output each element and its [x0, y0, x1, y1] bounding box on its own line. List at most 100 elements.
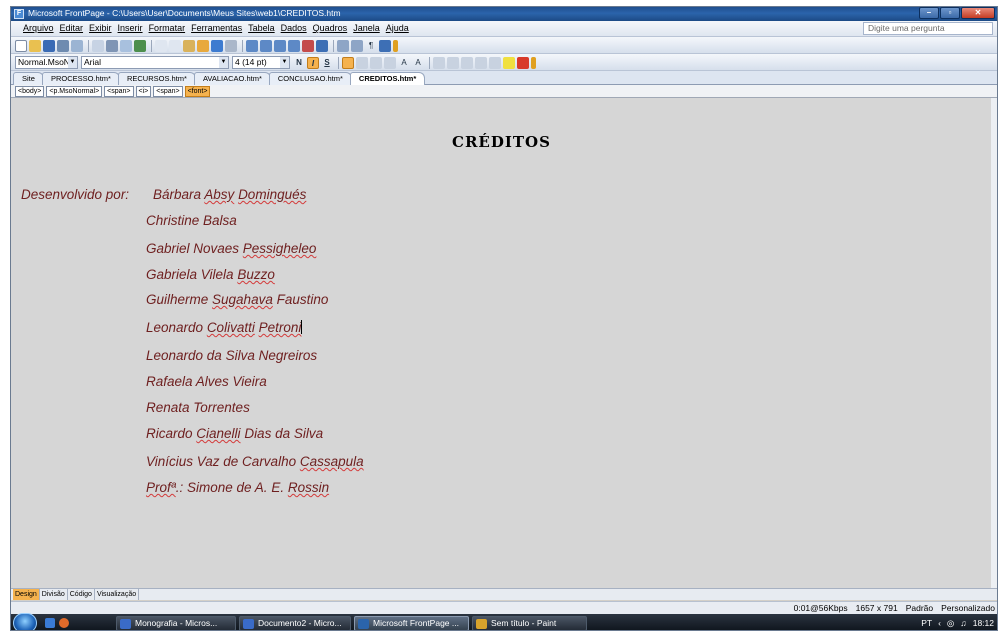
view-tabs: Design Divisão Código Visualização [11, 588, 997, 600]
align-left-icon[interactable] [342, 56, 354, 69]
increase-indent-icon[interactable] [475, 56, 487, 69]
view-preview-tab[interactable]: Visualização [95, 589, 140, 600]
view-split-tab[interactable]: Divisão [40, 589, 68, 600]
custom-indicator[interactable]: Personalizado [941, 603, 995, 613]
frontpage-icon [358, 619, 369, 629]
underline-button[interactable]: S [321, 57, 333, 69]
maximize-button[interactable]: ▫ [940, 7, 960, 19]
browser-icon[interactable] [59, 618, 69, 628]
redo-icon[interactable] [225, 39, 237, 52]
quick-tag[interactable]: <i> [135, 86, 152, 97]
save-icon[interactable] [43, 39, 55, 52]
menu-janela[interactable]: Janela [353, 23, 380, 33]
font-color-icon[interactable] [517, 56, 529, 69]
close-button[interactable]: ✕ [961, 7, 995, 19]
insert-layer-icon[interactable] [274, 39, 286, 52]
insert-table-icon[interactable] [260, 39, 272, 52]
bullets-icon[interactable] [447, 56, 459, 69]
italic-button[interactable]: I [307, 56, 319, 69]
quick-tag[interactable]: <p.MsoNormal> [46, 86, 103, 97]
menu-dados[interactable]: Dados [281, 23, 307, 33]
clock[interactable]: 18:12 [973, 618, 994, 628]
page-size[interactable]: 1657 x 791 [856, 603, 898, 613]
hyperlink-icon[interactable] [316, 39, 328, 52]
folder-list-icon[interactable] [337, 39, 349, 52]
numbering-icon[interactable] [433, 56, 445, 69]
align-right-icon[interactable] [370, 56, 382, 69]
tab-recursos[interactable]: RECURSOS.htm* [117, 72, 196, 85]
borders-icon[interactable] [489, 56, 501, 69]
navigation-icon[interactable] [351, 39, 363, 52]
taskbar-button[interactable]: Sem título - Paint [472, 616, 587, 630]
language-indicator[interactable]: PT [921, 618, 932, 628]
tab-avaliacao[interactable]: AVALIACAO.htm* [193, 72, 271, 85]
print-icon[interactable] [106, 39, 118, 52]
tab-creditos[interactable]: CREDITOS.htm* [349, 72, 426, 85]
increase-font-icon[interactable]: A [398, 57, 410, 69]
font-select[interactable]: Arial ▼ [81, 56, 229, 69]
open-folder-icon[interactable] [29, 39, 41, 52]
justify-icon[interactable] [384, 56, 396, 69]
chevron-down-icon: ▼ [219, 57, 228, 68]
show-all-icon[interactable]: ¶ [365, 40, 377, 52]
quick-tag[interactable]: <span> [104, 86, 134, 97]
paste-icon[interactable] [183, 39, 195, 52]
quick-tag-active[interactable]: <font> [184, 86, 211, 97]
search-icon[interactable] [57, 39, 69, 52]
publish-icon[interactable] [71, 39, 83, 52]
title-bar[interactable]: F Microsoft FrontPage - C:\Users\User\Do… [11, 7, 997, 21]
network-icon[interactable]: ◎ [947, 618, 954, 629]
highlight-icon[interactable] [503, 56, 515, 69]
volume-icon[interactable]: ♫ [960, 618, 966, 628]
toggle-pane-icon[interactable] [92, 39, 104, 52]
new-page-icon[interactable] [15, 39, 27, 52]
style-select[interactable]: Normal.MsoNor ▼ [15, 56, 78, 69]
copy-icon[interactable] [169, 39, 181, 52]
font-size-select[interactable]: 4 (14 pt) ▼ [232, 56, 290, 69]
taskbar-button[interactable]: Monografia - Micros... [116, 616, 236, 630]
decrease-font-icon[interactable]: A [412, 57, 424, 69]
tab-site[interactable]: Site [13, 72, 44, 85]
undo-icon[interactable] [211, 39, 223, 52]
design-canvas[interactable]: CRÉDITOS Desenvolvido por: Bárbara Absy … [11, 98, 993, 588]
bold-button[interactable]: N [293, 57, 305, 69]
view-design-tab[interactable]: Design [13, 589, 40, 600]
view-code-tab[interactable]: Código [68, 589, 95, 600]
tab-conclusao[interactable]: CONCLUSAO.htm* [268, 72, 352, 85]
menu-ajuda[interactable]: Ajuda [386, 23, 409, 33]
menu-inserir[interactable]: Inserir [118, 23, 143, 33]
menu-arquivo[interactable]: Arquivo [23, 23, 54, 33]
quick-tag[interactable]: <span> [153, 86, 183, 97]
preview-icon[interactable] [120, 39, 132, 52]
menu-tabela[interactable]: Tabela [248, 23, 275, 33]
menu-quadros[interactable]: Quadros [313, 23, 348, 33]
ask-question-input[interactable]: Digite uma pergunta [863, 22, 993, 35]
taskbar-button[interactable]: Documento2 - Micro... [239, 616, 351, 630]
toolbar-options-icon[interactable] [393, 39, 398, 52]
align-center-icon[interactable] [356, 56, 368, 69]
drawing-icon[interactable] [302, 39, 314, 52]
help-icon[interactable] [379, 39, 391, 52]
insert-picture-icon[interactable] [288, 39, 300, 52]
download-time: 0:01@56Kbps [793, 603, 848, 613]
menu-exibir[interactable]: Exibir [89, 23, 112, 33]
taskbar-button-active[interactable]: Microsoft FrontPage ... [354, 616, 469, 630]
vertical-scrollbar[interactable] [991, 98, 997, 588]
quick-tag[interactable]: <body> [15, 86, 45, 97]
mode-indicator[interactable]: Padrão [906, 603, 933, 613]
decrease-indent-icon[interactable] [461, 56, 473, 69]
menu-ferramentas[interactable]: Ferramentas [191, 23, 242, 33]
tray-expand-icon[interactable]: ‹ [938, 618, 941, 628]
web-component-icon[interactable] [246, 39, 258, 52]
frontpage-app-icon[interactable]: F [14, 9, 24, 19]
toolbar-options-icon[interactable] [531, 56, 536, 69]
cut-icon[interactable] [155, 39, 167, 52]
show-desktop-icon[interactable] [45, 618, 55, 628]
format-painter-icon[interactable] [197, 39, 209, 52]
menu-editar[interactable]: Editar [60, 23, 84, 33]
start-button[interactable] [13, 613, 37, 630]
menu-formatar[interactable]: Formatar [149, 23, 186, 33]
tab-processo[interactable]: PROCESSO.htm* [41, 72, 120, 85]
minimize-button[interactable]: – [919, 7, 939, 19]
spelling-icon[interactable] [134, 39, 146, 52]
